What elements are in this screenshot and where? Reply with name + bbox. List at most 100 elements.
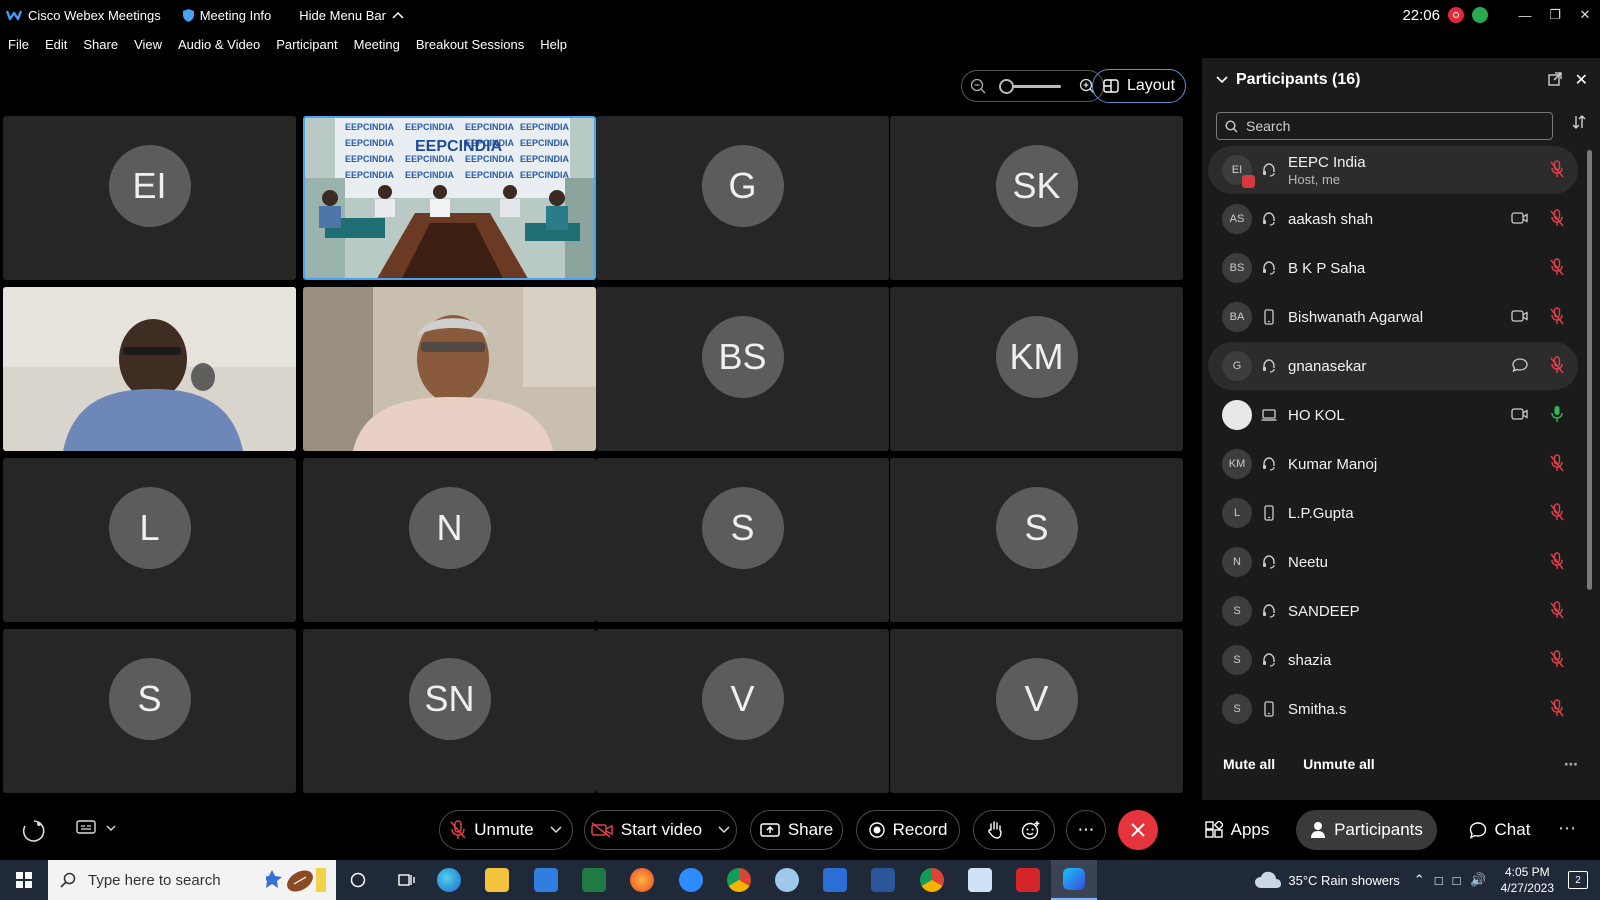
mic-muted-icon[interactable]: [1550, 699, 1564, 722]
menu-help[interactable]: Help: [540, 37, 567, 52]
zoom-slider-handle[interactable]: [998, 78, 1014, 94]
menu-meeting[interactable]: Meeting: [354, 37, 400, 52]
zoom-app-icon[interactable]: [679, 868, 703, 892]
share-button[interactable]: Share: [750, 810, 843, 850]
menu-view[interactable]: View: [134, 37, 162, 52]
popout-icon[interactable]: [1548, 72, 1562, 91]
mic-muted-icon[interactable]: [1550, 552, 1564, 575]
close-window-button[interactable]: ✕: [1570, 0, 1600, 30]
mic-muted-icon[interactable]: [1550, 209, 1564, 232]
participant-row[interactable]: Ggnanasekar: [1208, 342, 1578, 390]
video-tile[interactable]: SN: [303, 629, 596, 793]
camera-icon[interactable]: [1511, 211, 1528, 229]
video-tile[interactable]: BS: [596, 287, 889, 451]
captions-icon[interactable]: [76, 820, 116, 836]
video-tile-active-speaker[interactable]: EEPCINDIA EEPCINDIA EEPCINDIA EEPCINDIA EEP…: [303, 116, 596, 280]
mic-active-icon[interactable]: [1550, 405, 1564, 428]
restore-button[interactable]: ❐: [1540, 0, 1570, 30]
participants-button[interactable]: Participants: [1296, 810, 1437, 850]
network-icon[interactable]: □: [1453, 873, 1461, 888]
file-explorer-icon[interactable]: [485, 868, 509, 892]
video-tile[interactable]: SK: [890, 116, 1183, 280]
apps-button[interactable]: Apps: [1196, 810, 1278, 850]
chat-icon[interactable]: [1512, 358, 1528, 377]
video-tile[interactable]: S: [596, 458, 889, 622]
word-icon[interactable]: [871, 868, 895, 892]
video-tile[interactable]: [3, 287, 296, 451]
mic-muted-icon[interactable]: [1550, 307, 1564, 330]
taskbar-clock[interactable]: 4:05 PM 4/27/2023: [1501, 864, 1554, 896]
weather-text[interactable]: 35°C Rain showers: [1288, 873, 1399, 888]
more-options-button[interactable]: ⋯: [1066, 810, 1106, 850]
meet-now-icon[interactable]: □: [1435, 873, 1443, 888]
start-video-button[interactable]: Start video: [584, 810, 737, 850]
more-controls-icon[interactable]: ⋯: [1558, 818, 1576, 839]
mic-muted-icon[interactable]: [1550, 650, 1564, 673]
participant-list-scrollbar[interactable]: [1587, 150, 1592, 590]
taskbar-search-input[interactable]: Type here to search: [48, 860, 336, 900]
zoom-out-icon[interactable]: [970, 78, 986, 94]
mic-muted-icon[interactable]: [1550, 356, 1564, 379]
mic-muted-icon[interactable]: [1550, 258, 1564, 281]
video-tile[interactable]: L: [3, 458, 296, 622]
mic-muted-icon[interactable]: [1550, 160, 1564, 183]
menu-file[interactable]: File: [8, 37, 29, 52]
participant-row[interactable]: AS aakash shah: [1208, 195, 1578, 243]
participant-row[interactable]: N Neetu: [1208, 538, 1578, 586]
participant-row[interactable]: KM Kumar Manoj: [1208, 440, 1578, 488]
video-tile[interactable]: G: [596, 116, 889, 280]
participant-row[interactable]: Sshazia: [1208, 636, 1578, 684]
menu-audio-video[interactable]: Audio & Video: [178, 37, 260, 52]
video-tile[interactable]: N: [303, 458, 596, 622]
leave-meeting-button[interactable]: [1118, 810, 1158, 850]
audio-options-chevron-icon[interactable]: [550, 826, 562, 834]
video-tile[interactable]: S: [890, 458, 1183, 622]
participant-search-input[interactable]: Search: [1216, 112, 1553, 140]
video-options-chevron-icon[interactable]: [718, 826, 730, 834]
participant-row[interactable]: HO KOL: [1208, 391, 1578, 439]
meeting-status-icon[interactable]: [22, 819, 46, 848]
captions-chevron-icon[interactable]: [106, 825, 116, 831]
unmute-all-button[interactable]: Unmute all: [1303, 756, 1375, 772]
participant-row[interactable]: BA Bishwanath Agarwal: [1208, 293, 1578, 341]
participant-row[interactable]: S SANDEEP: [1208, 587, 1578, 635]
chat-button[interactable]: Chat: [1457, 810, 1542, 850]
unmute-button[interactable]: Unmute: [439, 810, 573, 850]
more-options-icon[interactable]: ⋯: [1564, 756, 1578, 773]
paint-icon[interactable]: [775, 868, 799, 892]
camera-icon[interactable]: [1511, 407, 1528, 425]
volume-icon[interactable]: 🔊: [1470, 872, 1486, 888]
participant-row[interactable]: EI EEPC India Host, me: [1208, 146, 1578, 194]
mic-muted-icon[interactable]: [1550, 454, 1564, 477]
acrobat-icon[interactable]: [1016, 868, 1040, 892]
chrome-icon[interactable]: [727, 868, 751, 892]
record-button[interactable]: Record: [856, 810, 960, 850]
camera-icon[interactable]: [1511, 309, 1528, 327]
minimize-button[interactable]: —: [1510, 0, 1540, 30]
task-switcher-icon[interactable]: [398, 872, 416, 893]
reactions-icon[interactable]: [1021, 820, 1041, 840]
participant-row[interactable]: BS B K P Saha: [1208, 244, 1578, 292]
participant-row[interactable]: L L.P.Gupta: [1208, 489, 1578, 537]
sort-icon[interactable]: [1572, 115, 1586, 134]
video-tile[interactable]: V: [890, 629, 1183, 793]
hide-menu-bar-button[interactable]: Hide Menu Bar: [299, 8, 404, 23]
menu-breakout-sessions[interactable]: Breakout Sessions: [416, 37, 524, 52]
video-tile[interactable]: EI: [3, 116, 296, 280]
video-tile[interactable]: V: [596, 629, 889, 793]
video-tile[interactable]: S: [3, 629, 296, 793]
mic-muted-icon[interactable]: [1550, 601, 1564, 624]
video-tile[interactable]: [303, 287, 596, 451]
video-tile[interactable]: KM: [890, 287, 1183, 451]
raise-hand-icon[interactable]: [987, 820, 1003, 840]
excel-icon[interactable]: [582, 868, 606, 892]
menu-share[interactable]: Share: [83, 37, 118, 52]
mail-icon[interactable]: [534, 868, 558, 892]
tray-chevron-icon[interactable]: ⌃: [1414, 872, 1425, 888]
webex-taskbar-icon[interactable]: [1051, 860, 1097, 900]
notifications-icon[interactable]: 2: [1568, 871, 1588, 889]
video-zoom-control[interactable]: [961, 70, 1104, 102]
menu-edit[interactable]: Edit: [45, 37, 67, 52]
windows-start-icon[interactable]: [16, 872, 32, 893]
mute-all-button[interactable]: Mute all: [1223, 756, 1275, 772]
